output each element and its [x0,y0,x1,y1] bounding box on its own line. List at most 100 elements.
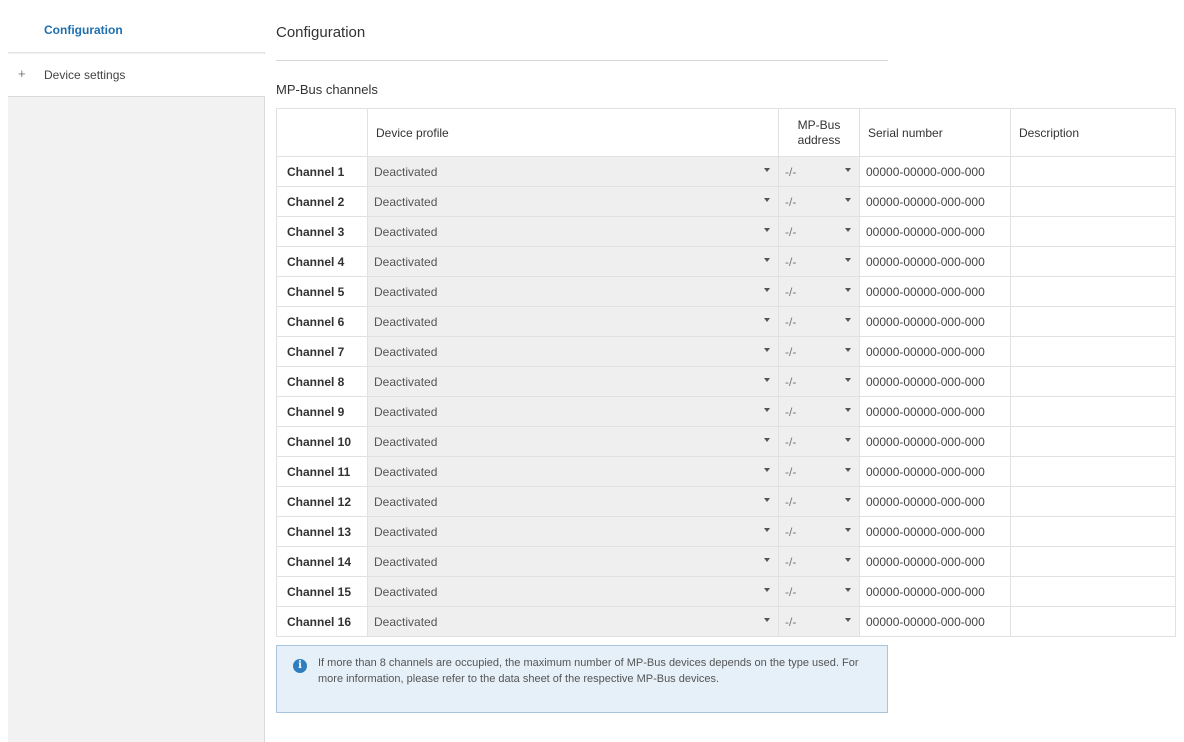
serial-number-field[interactable]: 00000-00000-000-000 [859,516,1011,547]
mp-bus-address-select[interactable]: -/- [778,366,860,397]
column-header-line: address [797,132,841,147]
mp-bus-address-select[interactable]: -/- [778,456,860,487]
channel-label: Channel 2 [276,186,368,217]
dropdown-arrow-icon [845,288,851,292]
mp-bus-address-value: -/- [785,464,797,479]
serial-number-field[interactable]: 00000-00000-000-000 [859,486,1011,517]
serial-number-field[interactable]: 00000-00000-000-000 [859,576,1011,607]
table-row: Channel 16 Deactivated -/- 00000-00000-000-… [276,606,1176,637]
serial-number-field[interactable]: 00000-00000-000-000 [859,276,1011,307]
device-profile-select[interactable]: Deactivated [367,456,779,487]
description-field[interactable] [1010,186,1176,217]
serial-number-field[interactable]: 00000-00000-000-000 [859,366,1011,397]
sidebar-item-configuration[interactable]: Configuration [8,8,265,53]
serial-number-field[interactable]: 00000-00000-000-000 [859,336,1011,367]
dropdown-arrow-icon [845,528,851,532]
serial-number-field[interactable]: 00000-00000-000-000 [859,156,1011,187]
serial-number-field[interactable]: 00000-00000-000-000 [859,246,1011,277]
device-profile-select[interactable]: Deactivated [367,216,779,247]
dropdown-arrow-icon [845,258,851,262]
device-profile-select[interactable]: Deactivated [367,246,779,277]
serial-number-field[interactable]: 00000-00000-000-000 [859,216,1011,247]
channel-label: Channel 13 [276,516,368,547]
device-profile-select[interactable]: Deactivated [367,306,779,337]
device-profile-select[interactable]: Deactivated [367,606,779,637]
description-field[interactable] [1010,216,1176,247]
serial-number-field[interactable]: 00000-00000-000-000 [859,606,1011,637]
mp-bus-address-select[interactable]: -/- [778,426,860,457]
serial-number-field[interactable]: 00000-00000-000-000 [859,456,1011,487]
description-field[interactable] [1010,246,1176,277]
device-profile-select[interactable]: Deactivated [367,156,779,187]
section-title: MP-Bus channels [276,82,378,97]
mp-bus-address-select[interactable]: -/- [778,276,860,307]
dropdown-arrow-icon [764,528,770,532]
mp-bus-address-select[interactable]: -/- [778,186,860,217]
mp-bus-address-select[interactable]: -/- [778,246,860,277]
mp-bus-address-value: -/- [785,344,797,359]
info-icon: i [293,659,307,673]
mp-bus-address-select[interactable]: -/- [778,606,860,637]
table-header-row: Device profile MP-Bus address Serial num… [276,108,1176,157]
description-field[interactable] [1010,576,1176,607]
plus-icon[interactable]: + [18,66,26,81]
device-profile-value: Deactivated [374,614,438,629]
table-row: Channel 7 Deactivated -/- 00000-00000-000-0… [276,336,1176,367]
device-profile-select[interactable]: Deactivated [367,486,779,517]
mp-bus-address-select[interactable]: -/- [778,516,860,547]
mp-bus-address-value: -/- [785,404,797,419]
description-field[interactable] [1010,606,1176,637]
table-row: Channel 2 Deactivated -/- 00000-00000-000-0… [276,186,1176,217]
description-field[interactable] [1010,426,1176,457]
device-profile-select[interactable]: Deactivated [367,426,779,457]
description-field[interactable] [1010,486,1176,517]
device-profile-select[interactable]: Deactivated [367,276,779,307]
channel-label: Channel 14 [276,546,368,577]
device-profile-select[interactable]: Deactivated [367,336,779,367]
dropdown-arrow-icon [764,618,770,622]
description-field[interactable] [1010,516,1176,547]
mp-bus-address-select[interactable]: -/- [778,396,860,427]
mp-bus-address-select[interactable]: -/- [778,306,860,337]
device-profile-value: Deactivated [374,404,438,419]
device-profile-select[interactable]: Deactivated [367,396,779,427]
device-profile-select[interactable]: Deactivated [367,366,779,397]
channel-label: Channel 15 [276,576,368,607]
device-profile-select[interactable]: Deactivated [367,576,779,607]
sidebar-item-device-settings[interactable]: + Device settings [8,54,265,97]
dropdown-arrow-icon [764,378,770,382]
device-profile-select[interactable]: Deactivated [367,546,779,577]
description-field[interactable] [1010,456,1176,487]
mp-bus-address-select[interactable]: -/- [778,336,860,367]
device-profile-value: Deactivated [374,164,438,179]
mp-bus-address-select[interactable]: -/- [778,546,860,577]
dropdown-arrow-icon [764,288,770,292]
description-field[interactable] [1010,156,1176,187]
channel-label: Channel 1 [276,156,368,187]
description-field[interactable] [1010,546,1176,577]
mp-bus-address-select[interactable]: -/- [778,486,860,517]
channel-label: Channel 9 [276,396,368,427]
dropdown-arrow-icon [764,558,770,562]
description-field[interactable] [1010,276,1176,307]
serial-number-field[interactable]: 00000-00000-000-000 [859,396,1011,427]
column-header-device-profile: Device profile [367,108,779,157]
serial-number-field[interactable]: 00000-00000-000-000 [859,426,1011,457]
description-field[interactable] [1010,336,1176,367]
mp-bus-address-select[interactable]: -/- [778,216,860,247]
serial-number-field[interactable]: 00000-00000-000-000 [859,546,1011,577]
mp-bus-address-select[interactable]: -/- [778,576,860,607]
device-profile-select[interactable]: Deactivated [367,516,779,547]
description-field[interactable] [1010,396,1176,427]
dropdown-arrow-icon [845,228,851,232]
serial-number-field[interactable]: 00000-00000-000-000 [859,186,1011,217]
device-profile-value: Deactivated [374,374,438,389]
mp-bus-address-select[interactable]: -/- [778,156,860,187]
description-field[interactable] [1010,306,1176,337]
info-text: If more than 8 channels are occupied, th… [318,657,859,685]
description-field[interactable] [1010,366,1176,397]
device-profile-select[interactable]: Deactivated [367,186,779,217]
serial-number-field[interactable]: 00000-00000-000-000 [859,306,1011,337]
device-profile-value: Deactivated [374,554,438,569]
dropdown-arrow-icon [764,258,770,262]
